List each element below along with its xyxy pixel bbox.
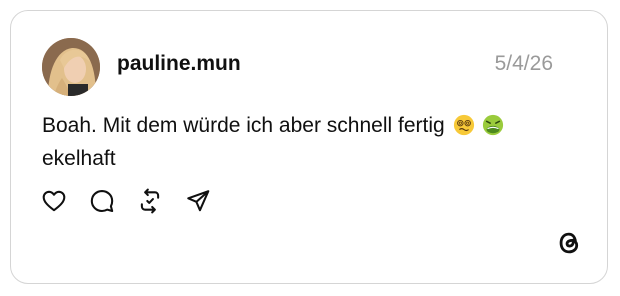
- nauseated-face-emoji-icon: [483, 114, 504, 136]
- post-text: Boah. Mit dem würde ich aber schnell fer…: [42, 109, 562, 175]
- post-card: pauline.mun 5/4/26 Boah. Mit dem würde i…: [10, 10, 608, 284]
- comment-icon[interactable]: [89, 188, 115, 214]
- username[interactable]: pauline.mun: [117, 52, 241, 76]
- send-icon[interactable]: [185, 188, 211, 214]
- post-text-line-2: ekelhaft: [42, 147, 116, 170]
- avatar[interactable]: [42, 38, 100, 96]
- post-timestamp: 5/4/26: [494, 52, 553, 75]
- woozy-face-emoji-icon: [453, 114, 474, 136]
- post-text-line-1: Boah. Mit dem würde ich aber schnell fer…: [42, 114, 445, 137]
- threads-logo-icon[interactable]: [555, 229, 583, 257]
- heart-icon[interactable]: [41, 188, 67, 214]
- repost-icon[interactable]: [137, 188, 163, 214]
